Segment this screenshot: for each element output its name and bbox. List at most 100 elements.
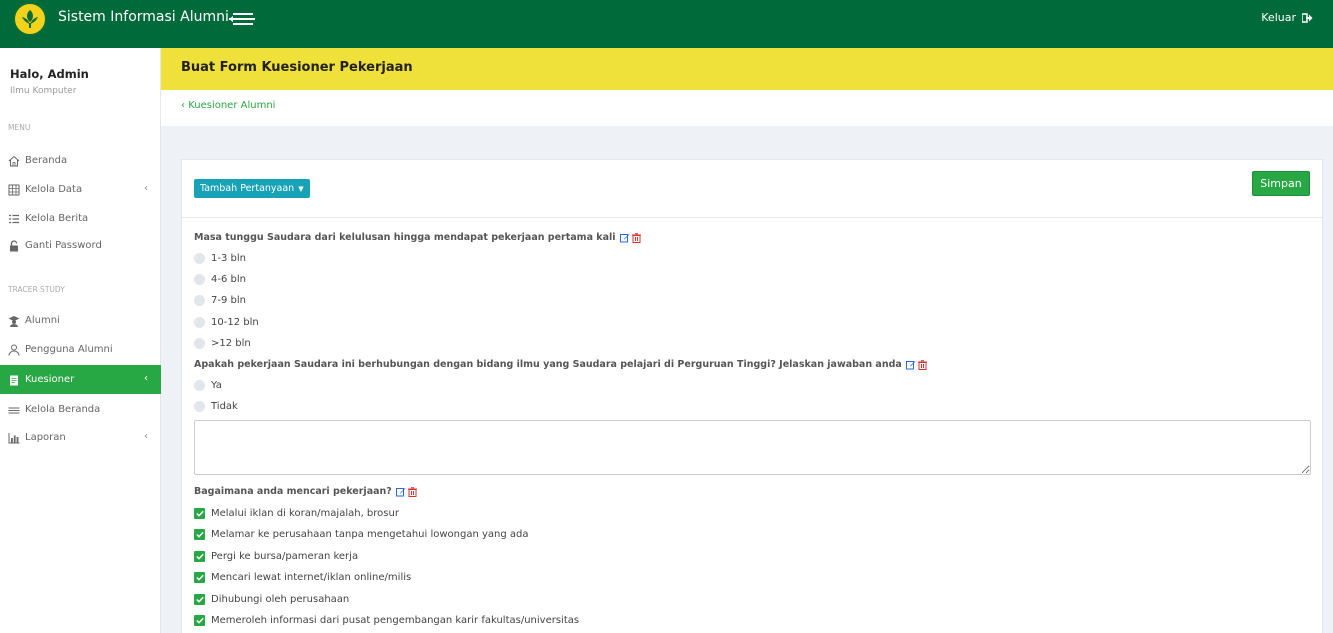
table-icon — [7, 183, 20, 196]
explanation-textarea[interactable] — [194, 420, 1311, 475]
option-label: Ya — [211, 379, 222, 391]
save-button[interactable]: Simpan — [1252, 171, 1310, 196]
option-label: 10-12 bln — [211, 316, 259, 328]
app-title: Sistem Informasi Alumni — [58, 9, 229, 25]
user-icon — [7, 343, 20, 356]
check-icon — [195, 574, 204, 581]
sidebar-item-label: Pengguna Alumni — [25, 344, 113, 355]
option-label: Dihubungi oleh perusahaan — [211, 593, 350, 605]
radio-button[interactable] — [194, 379, 205, 391]
question-2-label: Apakah pekerjaan Saudara ini berhubungan… — [194, 359, 927, 370]
add-question-label: Tambah Pertanyaan — [200, 183, 295, 194]
delete-icon[interactable] — [917, 359, 927, 370]
radio-option: >12 bln — [194, 336, 251, 350]
question-1-label: Masa tunggu Saudara dari kelulusan hingg… — [194, 232, 641, 243]
list-icon — [7, 212, 20, 225]
option-label: 4-6 bln — [211, 273, 246, 285]
checkbox[interactable] — [194, 528, 205, 540]
delete-icon[interactable] — [407, 486, 417, 497]
checkbox[interactable] — [194, 550, 205, 562]
delete-icon[interactable] — [631, 232, 641, 243]
checkbox-option: Memeroleh informasi dari pusat pengemban… — [194, 613, 579, 627]
user-department: Ilmu Komputer — [10, 86, 77, 96]
edit-icon[interactable] — [395, 487, 406, 497]
check-icon — [195, 553, 204, 560]
logout-label: Keluar — [1261, 11, 1296, 24]
checkbox-option: Mencari lewat internet/iklan online/mili… — [194, 570, 411, 584]
option-label: Memeroleh informasi dari pusat pengemban… — [211, 614, 580, 626]
sidebar-item-label: Ganti Password — [25, 240, 102, 251]
checkbox-option: Pergi ke bursa/pameran kerja — [194, 549, 358, 563]
sidebar-item-pengguna-alumni[interactable]: Pengguna Alumni — [0, 335, 161, 364]
questionnaire-form-card: Tambah Pertanyaan ▼ Simpan Masa tunggu S… — [181, 159, 1323, 633]
checkbox[interactable] — [194, 571, 205, 583]
radio-button[interactable] — [194, 316, 205, 328]
option-label: Pergi ke bursa/pameran kerja — [211, 550, 359, 562]
university-logo[interactable] — [13, 2, 47, 36]
card-header: Tambah Pertanyaan ▼ Simpan — [182, 160, 1322, 218]
option-label: Tidak — [211, 400, 238, 412]
radio-button[interactable] — [194, 294, 205, 306]
sidebar-item-ganti-password[interactable]: Ganti Password — [0, 231, 161, 260]
radio-button[interactable] — [194, 337, 205, 349]
sign-out-icon — [1302, 12, 1313, 23]
question-text: Masa tunggu Saudara dari kelulusan hingg… — [194, 232, 616, 243]
sidebar-item-label: Kelola Beranda — [25, 404, 101, 415]
edit-icon[interactable] — [905, 360, 916, 370]
radio-button[interactable] — [194, 252, 205, 264]
option-label: Melamar ke perusahaan tanpa mengetahui l… — [211, 528, 529, 540]
sidebar-toggle-icon[interactable] — [229, 12, 255, 26]
home-icon — [7, 154, 20, 167]
user-greeting: Halo, Admin — [10, 67, 89, 81]
option-label: 7-9 bln — [211, 294, 246, 306]
tracer-section-label: TRACER STUDY — [8, 285, 65, 294]
option-label: 1-3 bln — [211, 252, 246, 264]
checkbox[interactable] — [194, 593, 205, 605]
sidebar: Halo, Admin Ilmu Komputer MENU Beranda K… — [0, 48, 161, 633]
option-label: Melalui iklan di koran/majalah, brosur — [211, 507, 399, 519]
checkbox-option: Melalui iklan di koran/majalah, brosur — [194, 506, 399, 520]
breadcrumb-back-link[interactable]: ‹ Kuesioner Alumni — [181, 100, 275, 111]
sidebar-item-kelola-berita[interactable]: Kelola Berita — [0, 204, 161, 233]
edit-icon[interactable] — [619, 233, 630, 243]
radio-button[interactable] — [194, 400, 205, 412]
chevron-left-icon: ‹ — [144, 183, 148, 194]
radio-option: 1-3 bln — [194, 251, 246, 265]
chevron-left-icon: ‹ — [144, 431, 148, 442]
checkbox[interactable] — [194, 507, 205, 519]
top-navbar: Sistem Informasi Alumni Keluar — [0, 0, 1333, 48]
question-text: Bagaimana anda mencari pekerjaan? — [194, 486, 392, 497]
check-icon — [195, 596, 204, 603]
breadcrumb: ‹ Kuesioner Alumni — [161, 90, 1333, 126]
bar-chart-icon — [7, 431, 20, 444]
chevron-left-icon: ‹ — [144, 373, 148, 384]
sidebar-item-label: Kelola Berita — [25, 213, 89, 224]
sidebar-item-laporan[interactable]: Laporan ‹ — [0, 423, 161, 452]
radio-button[interactable] — [194, 273, 205, 285]
check-icon — [195, 531, 204, 538]
check-icon — [195, 510, 204, 517]
sidebar-item-label: Laporan — [25, 432, 66, 443]
page-title: Buat Form Kuesioner Pekerjaan — [181, 60, 413, 75]
page-header: Buat Form Kuesioner Pekerjaan — [161, 48, 1333, 90]
checkbox[interactable] — [194, 614, 205, 626]
sidebar-item-label: Beranda — [25, 155, 68, 166]
leaf-emblem-icon — [22, 10, 38, 28]
menu-lines-icon — [7, 403, 20, 416]
sidebar-item-label: Kelola Data — [25, 184, 83, 195]
sidebar-item-alumni[interactable]: Alumni — [0, 306, 161, 335]
radio-option: Tidak — [194, 399, 238, 413]
menu-section-label: MENU — [8, 123, 31, 132]
check-icon — [195, 617, 204, 624]
sidebar-item-kuesioner[interactable]: Kuesioner ‹ — [0, 365, 161, 394]
logout-button[interactable]: Keluar — [1261, 11, 1313, 24]
sidebar-item-beranda[interactable]: Beranda — [0, 146, 161, 175]
lock-icon — [7, 239, 20, 252]
radio-option: Ya — [194, 378, 222, 392]
add-question-dropdown[interactable]: Tambah Pertanyaan ▼ — [194, 179, 310, 198]
option-label: Mencari lewat internet/iklan online/mili… — [211, 571, 412, 583]
question-text: Apakah pekerjaan Saudara ini berhubungan… — [194, 359, 902, 370]
sidebar-item-kelola-beranda[interactable]: Kelola Beranda — [0, 395, 161, 424]
sidebar-item-kelola-data[interactable]: Kelola Data ‹ — [0, 175, 161, 204]
radio-option: 7-9 bln — [194, 293, 246, 307]
